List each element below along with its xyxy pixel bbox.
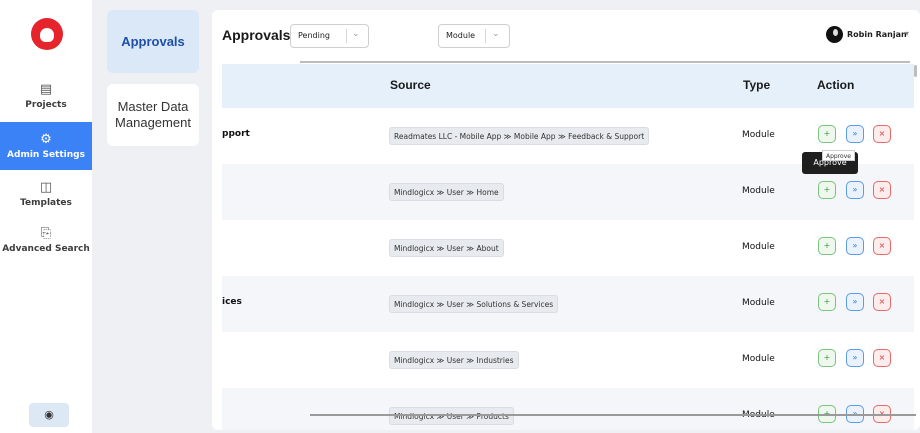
source-path: Mindlogicx ≫ User ≫ Solutions & Services <box>389 295 559 313</box>
nav-item-label: Admin Settings <box>7 150 85 160</box>
master-data-management-tile[interactable]: Master Data Management <box>107 84 199 146</box>
status-filter-value: Pending <box>298 31 330 40</box>
reject-button[interactable]: × <box>873 349 891 367</box>
left-navigation: ▤ Projects ⚙ Admin Settings ◫ Templates … <box>0 0 92 433</box>
clipboard-icon: ▤ <box>39 82 53 97</box>
table-row: Mindlogicx ≫ User ≫ About Module + » × <box>222 220 914 276</box>
forward-button[interactable]: » <box>846 125 864 143</box>
column-header-source: Source <box>390 78 431 92</box>
double-chevron-right-icon: » <box>852 241 858 250</box>
forward-button[interactable]: » <box>846 237 864 255</box>
plus-icon: + <box>823 353 831 362</box>
nav-item-advanced-search[interactable]: ⎘ Advanced Search <box>0 224 92 258</box>
user-settings-icon: ⚙ <box>40 132 52 147</box>
collapse-icon: ◉ <box>44 408 54 421</box>
source-path: Mindlogicx ≫ User ≫ About <box>389 239 504 257</box>
avatar <box>826 26 843 43</box>
source-path: Readmates LLC - Mobile App ≫ Mobile App … <box>389 127 650 145</box>
double-chevron-right-icon: » <box>852 129 858 138</box>
horizontal-scrollbar-top[interactable] <box>300 61 910 63</box>
source-path: Mindlogicx ≫ User ≫ Products <box>389 407 514 425</box>
user-name: Robin Ranjan <box>847 30 907 39</box>
plus-icon: + <box>823 185 831 194</box>
plus-icon: + <box>823 297 831 306</box>
approvals-main: Approvals Pending ⌄ Module ⌄ Robin Ranja… <box>212 10 920 430</box>
approve-tooltip-native: Approve <box>822 150 855 161</box>
row-type: Module <box>742 130 775 140</box>
row-name: ices <box>222 297 242 307</box>
close-icon: × <box>878 185 886 194</box>
row-type: Module <box>742 354 775 364</box>
close-icon: × <box>878 241 886 250</box>
nav-item-label: Projects <box>25 100 67 110</box>
source-path: Mindlogicx ≫ User ≫ Home <box>389 183 504 201</box>
module-filter-value: Module <box>446 31 476 40</box>
select-divider <box>485 29 486 43</box>
vertical-scrollbar[interactable] <box>914 65 917 77</box>
nav-item-label: Templates <box>20 198 72 208</box>
close-icon: × <box>878 129 886 138</box>
approve-button[interactable]: + <box>818 349 836 367</box>
plus-icon: + <box>823 241 831 250</box>
source-path: Mindlogicx ≫ User ≫ Industries <box>389 351 519 369</box>
reject-button[interactable]: × <box>873 181 891 199</box>
forward-button[interactable]: » <box>846 349 864 367</box>
row-type: Module <box>742 186 775 196</box>
collapse-sidebar-button[interactable]: ◉ <box>29 403 69 427</box>
nav-item-admin-settings[interactable]: ⚙ Admin Settings <box>0 122 92 170</box>
reject-button[interactable]: × <box>873 125 891 143</box>
row-name: pport <box>222 129 250 139</box>
close-icon: × <box>878 353 886 362</box>
chevron-down-icon: ⌄ <box>492 29 500 39</box>
page-title: Approvals <box>222 27 291 43</box>
column-header-action: Action <box>817 78 855 92</box>
approve-button[interactable]: + <box>818 237 836 255</box>
approve-button[interactable]: + <box>818 293 836 311</box>
approvals-tile[interactable]: Approvals <box>107 10 199 73</box>
search-document-icon: ⎘ <box>40 226 52 241</box>
column-header-type: Type <box>743 78 771 92</box>
close-icon: × <box>878 297 886 306</box>
table-row: ices Mindlogicx ≫ User ≫ Solutions & Ser… <box>222 276 914 332</box>
double-chevron-right-icon: » <box>852 297 858 306</box>
row-type: Module <box>742 242 775 252</box>
plus-icon: + <box>823 129 831 138</box>
logo-mark <box>40 28 54 42</box>
reject-button[interactable]: × <box>873 237 891 255</box>
forward-button[interactable]: » <box>846 293 864 311</box>
table-header: Source Type Action <box>222 64 914 108</box>
table-row: Mindlogicx ≫ User ≫ Products Module + » … <box>222 388 914 430</box>
nav-item-templates[interactable]: ◫ Templates <box>0 178 92 212</box>
forward-button[interactable]: » <box>846 181 864 199</box>
nav-item-label: Advanced Search <box>2 244 90 254</box>
row-type: Module <box>742 298 775 308</box>
caret-down-icon: ▾ <box>905 29 910 38</box>
template-icon: ◫ <box>39 180 53 195</box>
settings-panel: Approvals Master Data Management <box>92 0 206 433</box>
nav-item-projects[interactable]: ▤ Projects <box>0 80 92 114</box>
horizontal-scrollbar-bottom[interactable] <box>310 414 916 416</box>
select-divider <box>346 29 347 43</box>
double-chevron-right-icon: » <box>852 353 858 362</box>
module-filter-select[interactable]: Module ⌄ <box>438 24 510 48</box>
reject-button[interactable]: × <box>873 293 891 311</box>
table-row: Mindlogicx ≫ User ≫ Industries Module + … <box>222 332 914 388</box>
approve-button[interactable]: + <box>818 125 836 143</box>
chevron-down-icon: ⌄ <box>352 29 360 39</box>
approve-button[interactable]: + <box>818 181 836 199</box>
double-chevron-right-icon: » <box>852 185 858 194</box>
status-filter-select[interactable]: Pending ⌄ <box>290 24 369 48</box>
app-logo[interactable] <box>31 18 63 50</box>
